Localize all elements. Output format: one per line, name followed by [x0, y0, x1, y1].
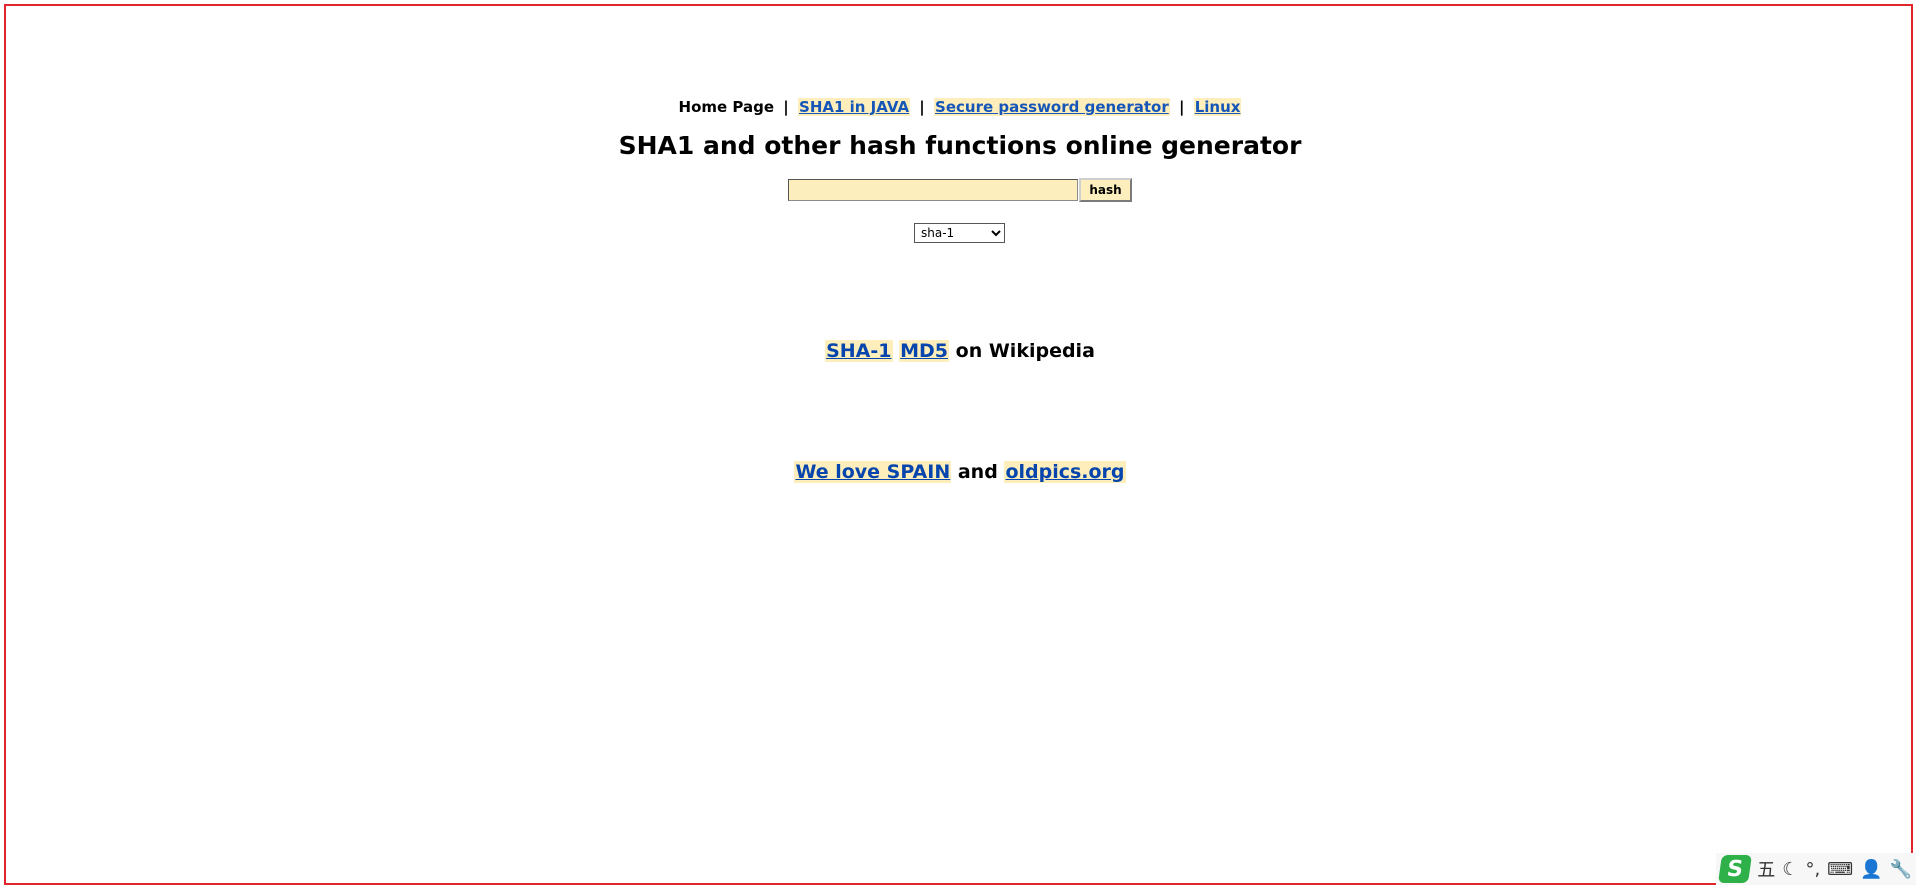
nav-separator: | [919, 98, 925, 116]
input-mode-icon[interactable]: 五 [1757, 856, 1775, 882]
nav-home: Home Page [678, 98, 775, 116]
nav-link-sha1-java[interactable]: SHA1 in JAVA [798, 98, 911, 116]
hash-form: hash [788, 178, 1132, 202]
keyboard-icon[interactable]: ⌨ [1827, 859, 1853, 880]
hash-input[interactable] [788, 179, 1078, 201]
wiki-text: on Wikipedia [955, 340, 1095, 362]
footer-line: We love SPAIN and oldpics.org [0, 461, 1920, 483]
nav-link-linux[interactable]: Linux [1193, 98, 1242, 116]
footer-text: and [957, 461, 998, 483]
wiki-link-sha1[interactable]: SHA-1 [825, 340, 893, 362]
top-nav: Home Page | SHA1 in JAVA | Secure passwo… [0, 98, 1920, 116]
algorithm-select[interactable]: sha-1 [914, 223, 1005, 243]
nav-link-password-generator[interactable]: Secure password generator [934, 98, 1170, 116]
wiki-link-md5[interactable]: MD5 [899, 340, 950, 362]
wikipedia-line: SHA-1 MD5 on Wikipedia [0, 340, 1920, 362]
ime-toolbar: S 五 ☾ °, ⌨ 👤 🔧 [1716, 853, 1916, 885]
wrench-icon[interactable]: 🔧 [1890, 859, 1912, 880]
hash-button[interactable]: hash [1079, 178, 1132, 202]
footer-link-oldpics[interactable]: oldpics.org [1004, 461, 1126, 483]
nav-separator: | [783, 98, 789, 116]
page-title: SHA1 and other hash functions online gen… [618, 131, 1302, 160]
nav-separator: | [1178, 98, 1185, 116]
user-icon[interactable]: 👤 [1860, 859, 1882, 880]
ime-logo-icon[interactable]: S [1718, 855, 1753, 883]
moon-icon[interactable]: ☾ [1782, 859, 1798, 880]
punctuation-icon[interactable]: °, [1805, 859, 1820, 880]
footer-link-spain[interactable]: We love SPAIN [794, 461, 952, 483]
